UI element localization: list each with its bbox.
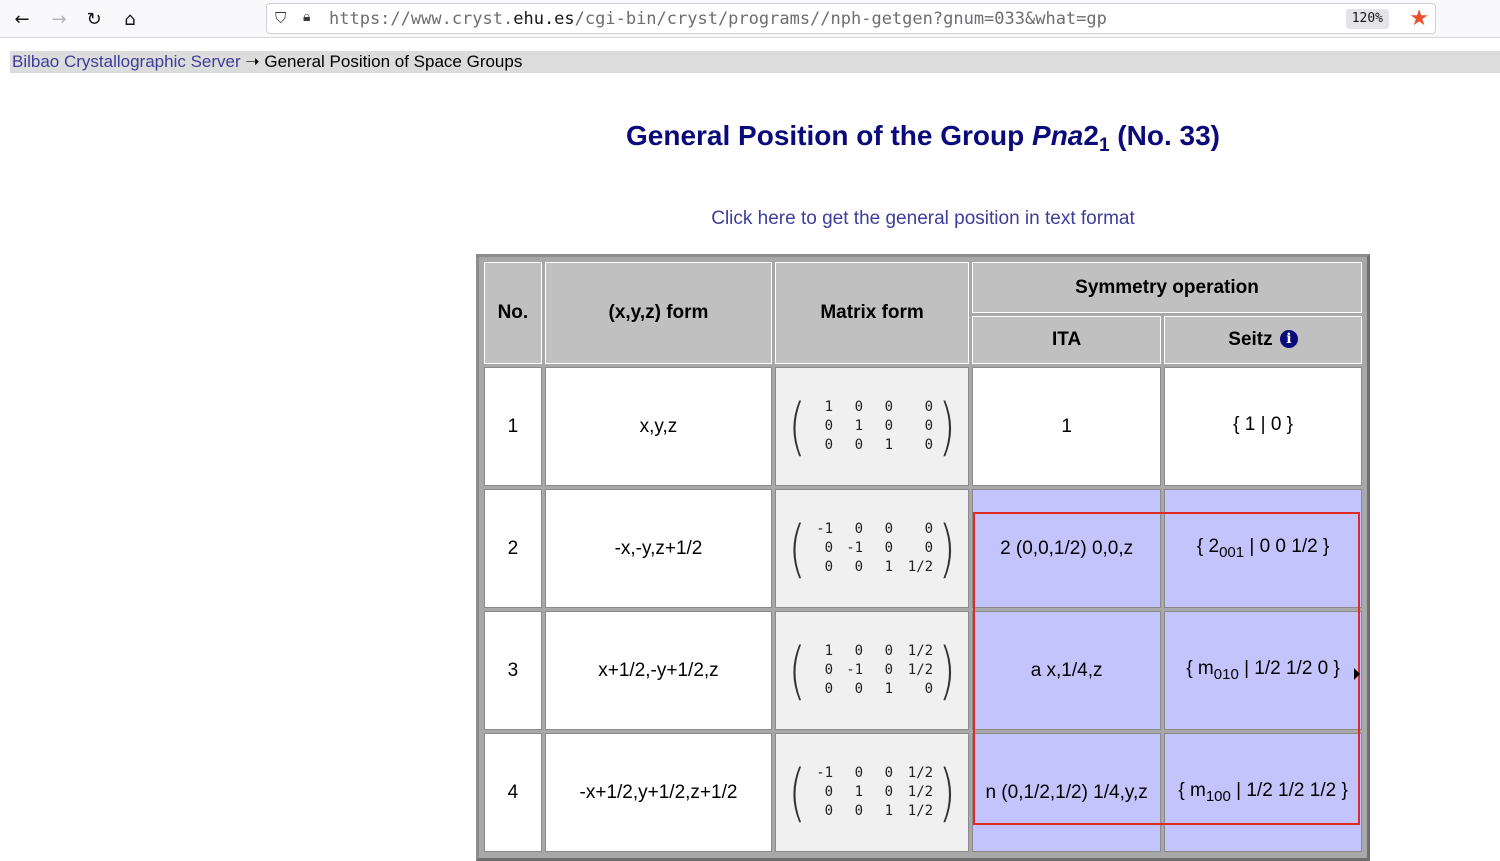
matrix-entry: 0: [854, 559, 864, 575]
matrix-entry: 0: [854, 643, 864, 659]
matrix-entry: 0: [854, 681, 864, 697]
mouse-cursor-icon: [1354, 668, 1360, 680]
matrix-entry: 0: [924, 437, 934, 453]
matrix-entry: 1: [824, 399, 834, 415]
header-no: No.: [484, 262, 542, 364]
matrix-entry: 1/2: [907, 803, 934, 819]
zoom-level-badge[interactable]: 120%: [1345, 9, 1389, 29]
matrix-entry: 0: [884, 418, 894, 434]
matrix-entry: 0: [884, 765, 894, 781]
general-position-table: No. (x,y,z) form Matrix form Symmetry op…: [476, 254, 1370, 861]
matrix-cell: (1 0 0 0 0 1 0 0 0 0 1 0): [775, 367, 970, 486]
matrix-entry: 0: [824, 784, 834, 800]
breadcrumb-home-link[interactable]: Bilbao Crystallographic Server: [12, 52, 241, 71]
matrix-cell: (-1 0 0 0 0 -1 0 0 0 0 1 1/2): [775, 489, 970, 608]
matrix-entry: 0: [924, 418, 934, 434]
matrix-entry: -1: [816, 521, 834, 537]
table-row: 1 x,y,z (1 0 0 0 0 1 0 0 0 0 1 0) 1 { 1 | 0 }: [484, 367, 1362, 486]
matrix-entry: 1/2: [907, 662, 934, 678]
matrix-entry: 0: [854, 437, 864, 453]
lock-icon[interactable]: 🔒︎: [303, 9, 310, 25]
matrix-entry: 1/2: [907, 559, 934, 575]
matrix-entry: 1/2: [907, 784, 934, 800]
matrix-entry: -1: [846, 662, 864, 678]
forward-arrow-icon[interactable]: →: [45, 6, 73, 32]
seitz-cell: { 1 | 0 }: [1164, 367, 1362, 486]
matrix-entry: 0: [824, 559, 834, 575]
row-number: 2: [484, 489, 542, 608]
table-row: 4 -x+1/2,y+1/2,z+1/2 (-1 0 0 1/2 0 1 0 1/2 0 0 1 1/…: [484, 733, 1362, 852]
matrix-entry: 1: [884, 803, 894, 819]
matrix-entry: 0: [824, 437, 834, 453]
row-number: 3: [484, 611, 542, 730]
matrix-entry: 0: [924, 681, 934, 697]
matrix-cell: (1 0 0 1/2 0 -1 0 1/2 0 0 1 0): [775, 611, 970, 730]
header-xyz-form: (x,y,z) form: [544, 262, 773, 364]
matrix-entry: 1: [884, 559, 894, 575]
matrix-entry: -1: [846, 540, 864, 556]
info-icon[interactable]: i: [1279, 330, 1298, 348]
xyz-form-cell: -x,-y,z+1/2: [544, 489, 773, 608]
matrix-entry: 0: [884, 643, 894, 659]
header-symmetry-operation: Symmetry operation: [972, 262, 1362, 313]
matrix-entry: 0: [824, 418, 834, 434]
tracking-shield-icon[interactable]: ⛉: [275, 9, 286, 27]
matrix-entry: 0: [924, 540, 934, 556]
matrix-entry: 0: [884, 521, 894, 537]
matrix-entry: -1: [816, 765, 834, 781]
matrix-entry: 1: [824, 643, 834, 659]
matrix-entry: 0: [824, 681, 834, 697]
matrix-entry: 0: [884, 662, 894, 678]
ita-cell: n (0,1/2,1/2) 1/4,y,z: [972, 733, 1162, 852]
header-seitz: Seitz i: [1164, 316, 1362, 364]
header-ita: ITA: [972, 316, 1162, 364]
matrix-entry: 1/2: [907, 643, 934, 659]
browser-toolbar: ← → ↻ ⌂ ⛉ 🔒︎ https://www.cryst.ehu.es/cg…: [0, 0, 1500, 38]
breadcrumb-current: General Position of Space Groups: [264, 52, 523, 71]
matrix-entry: 0: [854, 399, 864, 415]
header-matrix-form: Matrix form: [775, 262, 970, 364]
table-row: 2 -x,-y,z+1/2 (-1 0 0 0 0 -1 0 0 0 0 1 1/2) 2 (0,0,…: [484, 489, 1362, 608]
breadcrumb: Bilbao Crystallographic Server ➝ General…: [10, 51, 1500, 73]
matrix-entry: 0: [824, 803, 834, 819]
matrix-entry: 0: [824, 540, 834, 556]
matrix-entry: 0: [884, 540, 894, 556]
bookmark-star-icon[interactable]: ★: [1409, 6, 1429, 31]
matrix-entry: 0: [854, 803, 864, 819]
seitz-cell: { 2001 | 0 0 1/2 }: [1164, 489, 1362, 608]
matrix-entry: 0: [854, 765, 864, 781]
row-number: 1: [484, 367, 542, 486]
matrix-entry: 1: [884, 437, 894, 453]
seitz-cell: { m100 | 1/2 1/2 1/2 }: [1164, 733, 1362, 852]
matrix-cell: (-1 0 0 1/2 0 1 0 1/2 0 0 1 1/2): [775, 733, 970, 852]
page-title: General Position of the Group Pna21 (No.…: [625, 120, 1220, 156]
matrix-entry: 1: [854, 418, 864, 434]
matrix-entry: 0: [924, 399, 934, 415]
ita-cell: a x,1/4,z: [972, 611, 1162, 730]
address-bar[interactable]: ⛉ 🔒︎ https://www.cryst.ehu.es/cgi-bin/cr…: [266, 3, 1436, 34]
table-row: 3 x+1/2,-y+1/2,z (1 0 0 1/2 0 -1 0 1/2 0 0 1 0) a x…: [484, 611, 1362, 730]
matrix-entry: 1/2: [907, 765, 934, 781]
back-arrow-icon[interactable]: ←: [8, 6, 36, 32]
matrix-entry: 1: [884, 681, 894, 697]
xyz-form-cell: x+1/2,-y+1/2,z: [544, 611, 773, 730]
matrix-entry: 0: [884, 399, 894, 415]
matrix-entry: 0: [854, 521, 864, 537]
xyz-form-cell: x,y,z: [544, 367, 773, 486]
matrix-entry: 1: [854, 784, 864, 800]
matrix-entry: 0: [824, 662, 834, 678]
url-text[interactable]: https://www.cryst.ehu.es/cgi-bin/cryst/p…: [329, 9, 1107, 29]
xyz-form-cell: -x+1/2,y+1/2,z+1/2: [544, 733, 773, 852]
seitz-cell: { m010 | 1/2 1/2 0 }: [1164, 611, 1362, 730]
matrix-entry: 0: [884, 784, 894, 800]
row-number: 4: [484, 733, 542, 852]
home-icon[interactable]: ⌂: [116, 6, 144, 32]
ita-cell: 1: [972, 367, 1162, 486]
matrix-entry: 0: [924, 521, 934, 537]
reload-icon[interactable]: ↻: [80, 6, 108, 32]
ita-cell: 2 (0,0,1/2) 0,0,z: [972, 489, 1162, 608]
text-format-link[interactable]: Click here to get the general position i…: [0, 208, 1500, 230]
breadcrumb-arrow: ➝: [240, 52, 265, 71]
